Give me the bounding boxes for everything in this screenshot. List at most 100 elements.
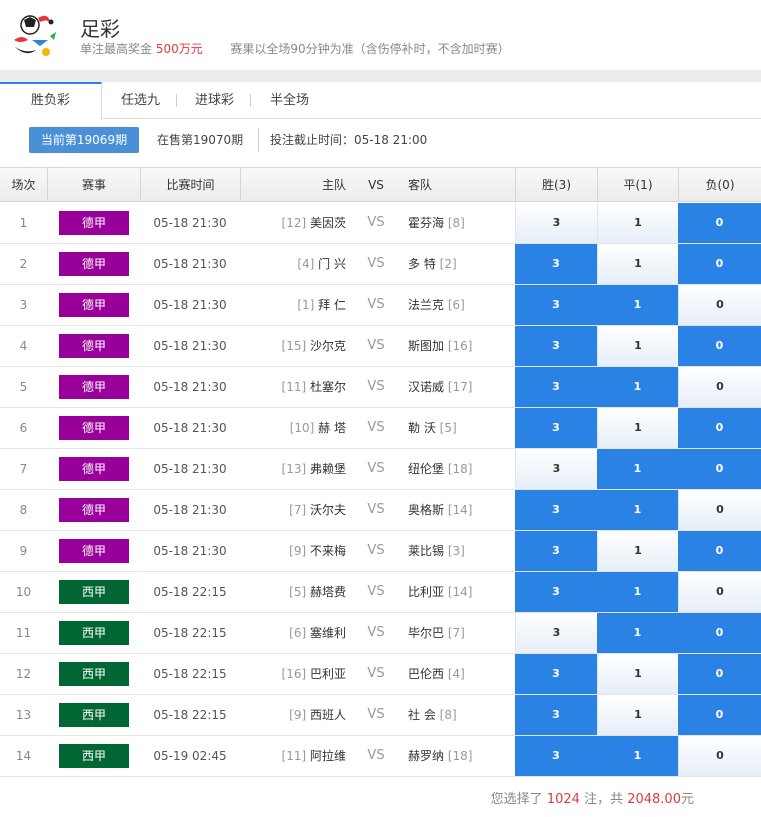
odd-draw-button[interactable]: 1 xyxy=(597,490,678,530)
odd-win-button[interactable]: 3 xyxy=(515,203,597,243)
tab-renxuanjiu[interactable]: 任选九 xyxy=(121,82,160,119)
odd-win-button[interactable]: 3 xyxy=(515,408,597,448)
odd-win-button[interactable]: 3 xyxy=(515,572,597,612)
match-no: 4 xyxy=(19,339,28,353)
league-badge: 德甲 xyxy=(59,293,129,317)
odd-win-button[interactable]: 3 xyxy=(515,490,597,530)
odd-lose-button[interactable]: 0 xyxy=(678,654,761,694)
odd-win-button[interactable]: 3 xyxy=(515,326,597,366)
odd-lose-button[interactable]: 0 xyxy=(678,736,761,776)
away-team: 奥格斯 [14] xyxy=(408,490,514,530)
league-badge: 德甲 xyxy=(59,211,129,235)
odd-draw-button[interactable]: 1 xyxy=(597,613,678,653)
away-name: 莱比锡 xyxy=(408,544,445,558)
odd-draw-button[interactable]: 1 xyxy=(597,531,678,571)
match-time: 05-18 22:15 xyxy=(153,667,227,681)
odd-lose-button[interactable]: 0 xyxy=(678,695,761,735)
odd-win-button[interactable]: 3 xyxy=(515,531,597,571)
odd-draw-button[interactable]: 1 xyxy=(597,736,678,776)
odd-draw-button[interactable]: 1 xyxy=(597,449,678,489)
away-rank: [6] xyxy=(447,298,465,312)
tab-jinqiucai[interactable]: 进球彩 xyxy=(195,82,234,119)
table-row: 9 德甲 05-18 21:30 [9] 不来梅 VS 莱比锡 [3] 3 1 0 xyxy=(0,531,761,572)
table-row: 14 西甲 05-19 02:45 [11] 阿拉维 VS 赫罗纳 [18] 3 1 0 xyxy=(0,736,761,777)
issue-divider xyxy=(258,128,259,152)
odd-win-button[interactable]: 3 xyxy=(515,695,597,735)
table-header: 场次 赛事 比赛时间 主队 VS 客队 胜(3) 平(1) 负(0) xyxy=(0,167,761,202)
odd-draw-button[interactable]: 1 xyxy=(597,203,678,243)
col-league: 赛事 xyxy=(47,168,140,202)
odd-win-button[interactable]: 3 xyxy=(515,613,597,653)
bet-count: 1024 xyxy=(546,792,580,807)
away-team: 纽伦堡 [18] xyxy=(408,449,514,489)
away-rank: [18] xyxy=(447,749,473,763)
away-team: 勒 沃 [5] xyxy=(408,408,514,448)
bet-deadline: 投注截止时间：05-18 21:00 xyxy=(270,133,428,147)
odd-lose-button[interactable]: 0 xyxy=(678,449,761,489)
odd-win-button[interactable]: 3 xyxy=(515,244,597,284)
away-name: 毕尔巴 xyxy=(408,626,445,640)
league-badge: 德甲 xyxy=(59,416,129,440)
odd-draw-button[interactable]: 1 xyxy=(597,244,678,284)
odd-draw-button[interactable]: 1 xyxy=(597,572,678,612)
odd-lose-button[interactable]: 0 xyxy=(678,367,761,407)
table-row: 7 德甲 05-18 21:30 [13] 弗赖堡 VS 纽伦堡 [18] 3 1 0 xyxy=(0,449,761,490)
match-time: 05-18 21:30 xyxy=(153,298,227,312)
home-rank: [12] xyxy=(281,216,307,230)
odd-draw-button[interactable]: 1 xyxy=(597,285,678,325)
table-row: 12 西甲 05-18 22:15 [16] 巴利亚 VS 巴伦西 [4] 3 1 0 xyxy=(0,654,761,695)
home-team: [4] 门 兴 xyxy=(240,244,346,284)
odd-win-button[interactable]: 3 xyxy=(515,654,597,694)
home-name: 西班人 xyxy=(309,708,346,722)
vs-label: VS xyxy=(367,338,385,353)
league-badge: 西甲 xyxy=(59,703,129,727)
home-name: 巴利亚 xyxy=(309,667,346,681)
away-name: 比利亚 xyxy=(408,585,445,599)
home-rank: [4] xyxy=(297,257,315,271)
home-team: [15] 沙尔克 xyxy=(240,326,346,366)
odd-draw-button[interactable]: 1 xyxy=(597,367,678,407)
odd-lose-button[interactable]: 0 xyxy=(678,408,761,448)
current-issue-button[interactable]: 当前第19069期 xyxy=(29,127,139,153)
match-time: 05-18 22:15 xyxy=(153,585,227,599)
vs-label: VS xyxy=(367,625,385,640)
away-rank: [8] xyxy=(447,216,465,230)
home-rank: [1] xyxy=(297,298,315,312)
vs-label: VS xyxy=(367,379,385,394)
tab-shengfucai[interactable]: 胜负彩 xyxy=(0,82,102,120)
odd-lose-button[interactable]: 0 xyxy=(678,285,761,325)
home-name: 拜 仁 xyxy=(318,298,346,312)
odd-draw-button[interactable]: 1 xyxy=(597,654,678,694)
odd-lose-button[interactable]: 0 xyxy=(678,490,761,530)
odd-lose-button[interactable]: 0 xyxy=(678,244,761,284)
odd-draw-button[interactable]: 1 xyxy=(597,695,678,735)
away-name: 法兰克 xyxy=(408,298,445,312)
tab-banquanchang[interactable]: 半全场 xyxy=(270,82,309,119)
odd-win-button[interactable]: 3 xyxy=(515,367,597,407)
summary-prefix: 您选择了 xyxy=(490,792,543,807)
odd-win-button[interactable]: 3 xyxy=(515,285,597,325)
odd-lose-button[interactable]: 0 xyxy=(678,531,761,571)
home-team: [9] 不来梅 xyxy=(240,531,346,571)
odd-lose-button[interactable]: 0 xyxy=(678,203,761,243)
game-tabs: 胜负彩 任选九 进球彩 半全场 xyxy=(0,82,761,120)
odd-win-button[interactable]: 3 xyxy=(515,736,597,776)
odd-lose-button[interactable]: 0 xyxy=(678,613,761,653)
match-time: 05-19 02:45 xyxy=(153,749,227,763)
table-row: 5 德甲 05-18 21:30 [11] 杜塞尔 VS 汉诺威 [17] 3 1 0 xyxy=(0,367,761,408)
odd-lose-button[interactable]: 0 xyxy=(678,572,761,612)
next-issue-link[interactable]: 在售第19070期 xyxy=(157,127,243,153)
col-home: 主队 xyxy=(240,168,346,202)
home-name: 沃尔夫 xyxy=(309,503,346,517)
odd-lose-button[interactable]: 0 xyxy=(678,326,761,366)
match-time: 05-18 21:30 xyxy=(153,339,227,353)
home-team: [11] 杜塞尔 xyxy=(240,367,346,407)
away-team: 斯图加 [16] xyxy=(408,326,514,366)
match-no: 12 xyxy=(15,667,32,681)
match-no: 5 xyxy=(19,380,28,394)
odd-draw-button[interactable]: 1 xyxy=(597,408,678,448)
away-name: 纽伦堡 xyxy=(408,462,445,476)
odd-draw-button[interactable]: 1 xyxy=(597,326,678,366)
col-no: 场次 xyxy=(11,178,36,192)
odd-win-button[interactable]: 3 xyxy=(515,449,597,489)
